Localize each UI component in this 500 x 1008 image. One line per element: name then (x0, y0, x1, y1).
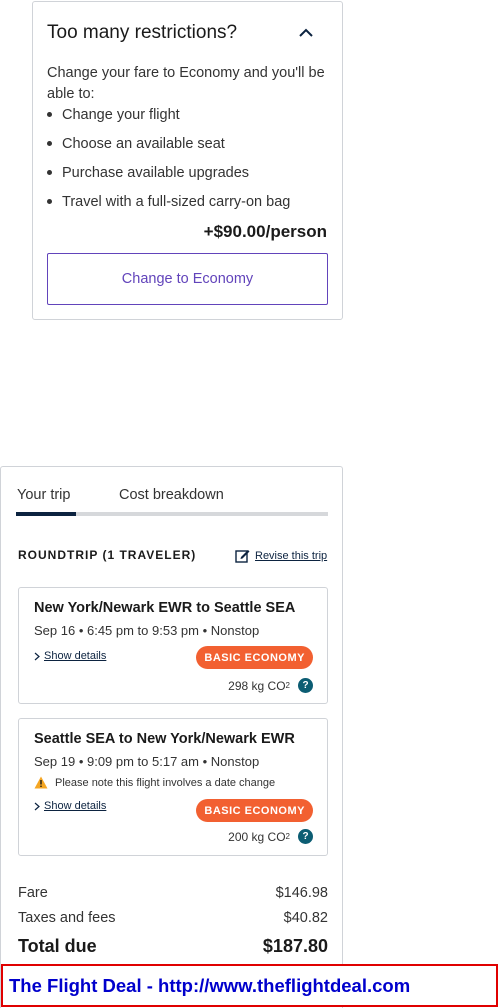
taxes-row: Taxes and fees $40.82 (18, 910, 328, 926)
fare-restrictions-panel: Too many restrictions? Change your fare … (32, 1, 343, 320)
chevron-up-icon[interactable] (299, 28, 313, 38)
bullet-icon (47, 112, 52, 117)
trip-summary-panel: Your trip Cost breakdown ROUNDTRIP (1 TR… (0, 466, 343, 1008)
change-to-economy-button[interactable]: Change to Economy (47, 253, 328, 305)
fare-row: Fare $146.98 (18, 885, 328, 901)
restrictions-title[interactable]: Too many restrictions? (47, 22, 237, 44)
taxes-value: $40.82 (283, 910, 328, 926)
tab-cost-breakdown[interactable]: Cost breakdown (119, 487, 224, 503)
flight-schedule: Sep 19 • 9:09 pm to 5:17 am • Nonstop (34, 754, 260, 769)
flight-route: Seattle SEA to New York/Newark EWR (34, 731, 295, 747)
total-row: Total due $187.80 (18, 936, 328, 957)
revise-trip-link[interactable]: Revise this trip (235, 548, 327, 563)
fare-value: $146.98 (275, 885, 328, 901)
taxes-label: Taxes and fees (18, 910, 116, 926)
fare-label: Fare (18, 885, 48, 901)
date-change-notice: Please note this flight involves a date … (34, 776, 275, 789)
roundtrip-label: ROUNDTRIP (1 TRAVELER) (18, 548, 197, 562)
watermark-banner: The Flight Deal - http://www.theflightde… (1, 964, 498, 1007)
tab-your-trip[interactable]: Your trip (17, 487, 70, 503)
warning-icon (34, 776, 48, 789)
banner-text: The Flight Deal - http://www.theflightde… (9, 974, 411, 996)
co2-emissions: 298 kg CO 2 ? (228, 678, 313, 693)
flight-route: New York/Newark EWR to Seattle SEA (34, 600, 296, 616)
flight-card-return: Seattle SEA to New York/Newark EWR Sep 1… (18, 718, 328, 856)
chevron-right-icon (34, 652, 40, 660)
bullet-icon (47, 170, 52, 175)
edit-icon (235, 550, 250, 563)
co2-emissions: 200 kg CO 2 ? (228, 829, 313, 844)
help-icon[interactable]: ? (298, 829, 313, 844)
fare-class-badge: BASIC ECONOMY (196, 646, 313, 669)
upgrade-price: +$90.00/person (203, 222, 327, 241)
list-item: Choose an available seat (47, 134, 290, 163)
show-details-link[interactable]: Show details (34, 650, 106, 662)
list-item: Travel with a full-sized carry-on bag (47, 192, 290, 221)
total-value: $187.80 (262, 936, 328, 956)
restrictions-intro: Change your fare to Economy and you'll b… (47, 65, 325, 102)
benefit-list: Change your flight Choose an available s… (47, 105, 290, 221)
bullet-icon (47, 199, 52, 204)
fare-class-badge: BASIC ECONOMY (196, 799, 313, 822)
active-tab-indicator (16, 512, 76, 516)
show-details-link[interactable]: Show details (34, 800, 106, 812)
flight-schedule: Sep 16 • 6:45 pm to 9:53 pm • Nonstop (34, 623, 260, 638)
list-item: Purchase available upgrades (47, 163, 290, 192)
chevron-right-icon (34, 802, 40, 810)
flight-card-outbound: New York/Newark EWR to Seattle SEA Sep 1… (18, 587, 328, 704)
total-label: Total due (18, 936, 97, 956)
bullet-icon (47, 141, 52, 146)
help-icon[interactable]: ? (298, 678, 313, 693)
list-item: Change your flight (47, 105, 290, 134)
